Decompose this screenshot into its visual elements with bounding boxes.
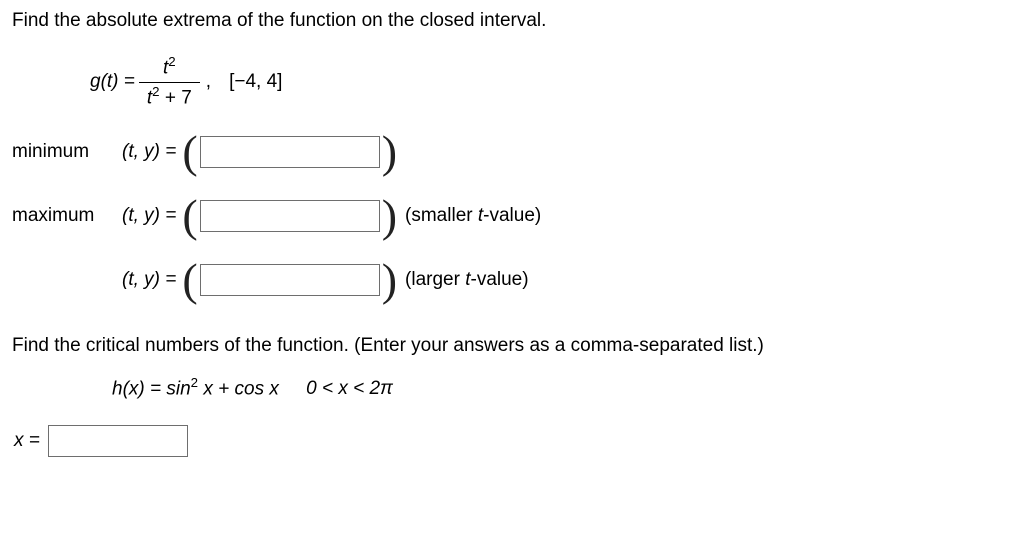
q2-prompt: Find the critical numbers of the functio… bbox=[12, 333, 1012, 360]
q2-answer-row: x = bbox=[14, 425, 1012, 457]
smaller-tvalue-note: (smaller t-value) bbox=[405, 203, 541, 230]
ty-label-2: (t, y) = bbox=[122, 203, 176, 230]
close-paren-icon: ) bbox=[382, 129, 397, 175]
open-paren-icon: ( bbox=[182, 193, 197, 239]
q1-prompt: Find the absolute extrema of the functio… bbox=[12, 8, 1012, 35]
q1-equation-row: g(t) = t2 t2 + 7 , [−4, 4] bbox=[90, 53, 1012, 112]
close-paren-icon: ) bbox=[382, 257, 397, 303]
ty-label-1: (t, y) = bbox=[122, 139, 176, 166]
q1-func-lhs: g(t) = bbox=[90, 69, 135, 96]
ty-label-3: (t, y) = bbox=[122, 267, 176, 294]
close-paren-icon: ) bbox=[382, 193, 397, 239]
x-equals-label: x = bbox=[14, 428, 40, 455]
critical-numbers-input[interactable] bbox=[48, 425, 188, 457]
open-paren-icon: ( bbox=[182, 129, 197, 175]
q1-denom-plus7: + 7 bbox=[160, 87, 192, 108]
maximum-label: maximum bbox=[12, 203, 112, 230]
q2-domain: 0 < x < 2π bbox=[306, 378, 393, 399]
q1-minimum-row: minimum (t, y) = ( ) bbox=[12, 129, 1012, 175]
q1-interval: [−4, 4] bbox=[229, 69, 282, 96]
maximum-larger-input[interactable] bbox=[200, 264, 380, 296]
q1-maximum-row-smaller: maximum (t, y) = ( ) (smaller t-value) bbox=[12, 193, 1012, 239]
q2-func-lhs: h(x) = sin bbox=[112, 378, 191, 399]
larger-tvalue-note: (larger t-value) bbox=[405, 267, 529, 294]
maximum-smaller-input[interactable] bbox=[200, 200, 380, 232]
q2-func-mid: x + cos x bbox=[198, 378, 279, 399]
minimum-input[interactable] bbox=[200, 136, 380, 168]
q2-equation: h(x) = sin2 x + cos x 0 < x < 2π bbox=[112, 374, 1012, 403]
q1-fraction: t2 t2 + 7 bbox=[139, 53, 200, 112]
q1-maximum-row-larger: (t, y) = ( ) (larger t-value) bbox=[12, 257, 1012, 303]
minimum-label: minimum bbox=[12, 139, 112, 166]
open-paren-icon: ( bbox=[182, 257, 197, 303]
